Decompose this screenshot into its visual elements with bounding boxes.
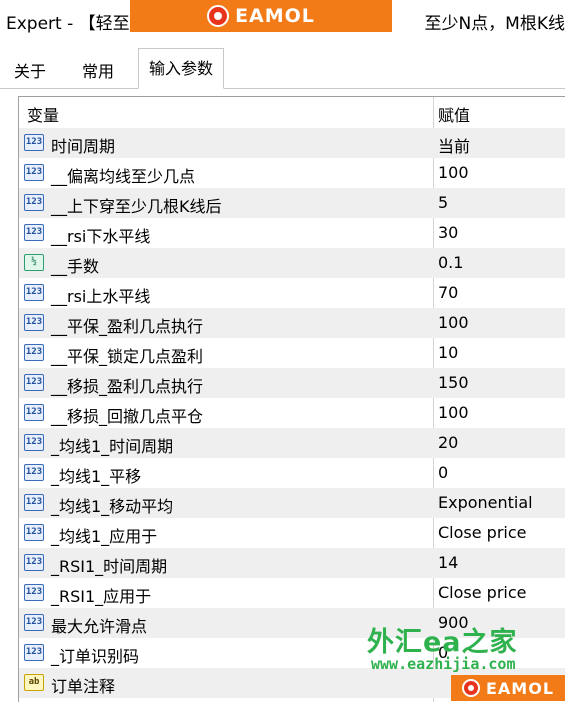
table-row[interactable]: 123 _均线1_时间周期 20 (19, 428, 565, 458)
parameter-name: __rsi上水平线 (51, 287, 151, 306)
table-body: 123 时间周期 当前 123 __偏离均线至少几点 100 123 __上下穿至少几根K线后… (19, 128, 565, 698)
brand-logo-bottom: EAMOL (461, 678, 555, 698)
table-row[interactable]: 123 _均线1_平移 0 (19, 458, 565, 488)
integer-type-icon: 123 (24, 404, 44, 421)
integer-type-icon: 123 (24, 554, 44, 571)
parameter-name: _RSI1_时间周期 (51, 557, 168, 576)
parameter-value[interactable]: 70 (438, 283, 458, 302)
parameter-value[interactable]: Close price (438, 523, 527, 542)
integer-type-icon: 123 (24, 224, 44, 241)
parameter-name: __平保_盈利几点执行 (51, 317, 204, 336)
integer-type-icon: 123 (24, 164, 44, 181)
tab-bar: 关于 常用 输入参数 (0, 48, 565, 89)
column-header-variable[interactable]: 变量 (27, 102, 59, 126)
parameter-value[interactable]: 当前 (438, 133, 470, 157)
table-row[interactable]: 123 __上下穿至少几根K线后 5 (19, 188, 565, 218)
column-header-value[interactable]: 赋值 (438, 102, 470, 126)
window-title: Expert - 【轻至 (6, 14, 130, 34)
parameter-value[interactable]: 20 (438, 433, 458, 452)
integer-type-icon: 123 (24, 494, 44, 511)
parameter-name: __rsi下水平线 (51, 227, 151, 246)
table-row[interactable]: 123 __移损_回撤几点平仓 100 (19, 398, 565, 428)
table-row[interactable]: 123 _均线1_移动平均 Exponential (19, 488, 565, 518)
parameter-name: _RSI1_应用于 (51, 587, 152, 606)
logo-text: EAMOL (485, 678, 555, 698)
parameter-value[interactable]: Close price (438, 583, 527, 602)
table-row[interactable]: 123 __移损_盈利几点执行 150 (19, 368, 565, 398)
tab-common[interactable]: 常用 (76, 56, 120, 87)
parameter-name: _均线1_应用于 (51, 527, 158, 546)
parameter-name: _均线1_移动平均 (51, 497, 174, 516)
window-title-suffix: 至少N点，M根K线 (424, 14, 565, 34)
parameter-name: __移损_盈利几点执行 (51, 377, 204, 396)
table-header: 变量 赋值 (19, 97, 565, 128)
parameter-name: __平保_锁定几点盈利 (51, 347, 204, 366)
double-type-icon: ½ (24, 254, 44, 271)
integer-type-icon: 123 (24, 644, 44, 661)
table-row[interactable]: 123 __rsi下水平线 30 (19, 218, 565, 248)
tab-about[interactable]: 关于 (8, 56, 52, 87)
logo-text: EAMOL (235, 5, 315, 27)
tab-divider (0, 88, 565, 89)
parameter-value[interactable]: 30 (438, 223, 458, 242)
parameter-name: __上下穿至少几根K线后 (51, 197, 222, 216)
parameter-name: 最大允许滑点 (51, 617, 148, 636)
parameter-value[interactable]: 5 (438, 193, 448, 212)
integer-type-icon: 123 (24, 134, 44, 151)
table-row[interactable]: 123 时间周期 当前 (19, 128, 565, 158)
parameter-name: _均线1_平移 (51, 467, 142, 486)
brand-banner-bottom: EAMOL (451, 675, 565, 701)
parameter-value[interactable]: 100 (438, 403, 469, 422)
table-row[interactable]: 123 _均线1_应用于 Close price (19, 518, 565, 548)
integer-type-icon: 123 (24, 464, 44, 481)
tab-inputs[interactable]: 输入参数 (138, 48, 225, 89)
logo-icon (461, 679, 480, 697)
table-row[interactable]: 123 __平保_盈利几点执行 100 (19, 308, 565, 338)
table-row[interactable]: 123 __偏离均线至少几点 100 (19, 158, 565, 188)
integer-type-icon: 123 (24, 434, 44, 451)
parameter-value[interactable]: Exponential (438, 493, 533, 512)
integer-type-icon: 123 (24, 314, 44, 331)
title-bar: Expert - 【轻至 至少N点，M根K线 EAMOL (0, 0, 565, 40)
parameter-value[interactable]: 150 (438, 373, 469, 392)
brand-logo: EAMOL (207, 5, 315, 27)
integer-type-icon: 123 (24, 344, 44, 361)
integer-type-icon: 123 (24, 524, 44, 541)
parameter-value[interactable]: 0.1 (438, 253, 463, 272)
table-row[interactable]: ½ __手数 0.1 (19, 248, 565, 278)
parameter-name: 订单注释 (51, 677, 116, 696)
parameter-value[interactable]: 0 (438, 463, 448, 482)
parameter-value[interactable]: 100 (438, 313, 469, 332)
parameter-name: __手数 (51, 257, 100, 276)
parameter-name: _订单识别码 (51, 647, 140, 666)
integer-type-icon: 123 (24, 194, 44, 211)
parameter-value[interactable]: 10 (438, 343, 458, 362)
parameter-name: _均线1_时间周期 (51, 437, 174, 456)
table-row[interactable]: 123 _RSI1_应用于 Close price (19, 578, 565, 608)
parameter-value[interactable]: 14 (438, 553, 458, 572)
table-row[interactable]: 123 _RSI1_时间周期 14 (19, 548, 565, 578)
inputs-table: 变量 赋值 123 时间周期 当前 123 __偏离均线至少几点 100 123 __上下穿至… (18, 96, 565, 702)
parameter-value[interactable]: 100 (438, 163, 469, 182)
integer-type-icon: 123 (24, 374, 44, 391)
parameter-name: __偏离均线至少几点 (51, 167, 196, 186)
integer-type-icon: 123 (24, 614, 44, 631)
string-type-icon: ab (24, 674, 44, 691)
logo-icon (207, 5, 230, 27)
integer-type-icon: 123 (24, 584, 44, 601)
table-row[interactable]: 123 __平保_锁定几点盈利 10 (19, 338, 565, 368)
table-row[interactable]: 123 __rsi上水平线 70 (19, 278, 565, 308)
integer-type-icon: 123 (24, 284, 44, 301)
parameter-name: 时间周期 (51, 137, 116, 156)
brand-banner: EAMOL (130, 0, 392, 32)
parameter-name: __移损_回撤几点平仓 (51, 407, 204, 426)
watermark-text: 外汇ea之家 (367, 627, 518, 658)
watermark-url: www.eazhijia.com (371, 655, 516, 673)
